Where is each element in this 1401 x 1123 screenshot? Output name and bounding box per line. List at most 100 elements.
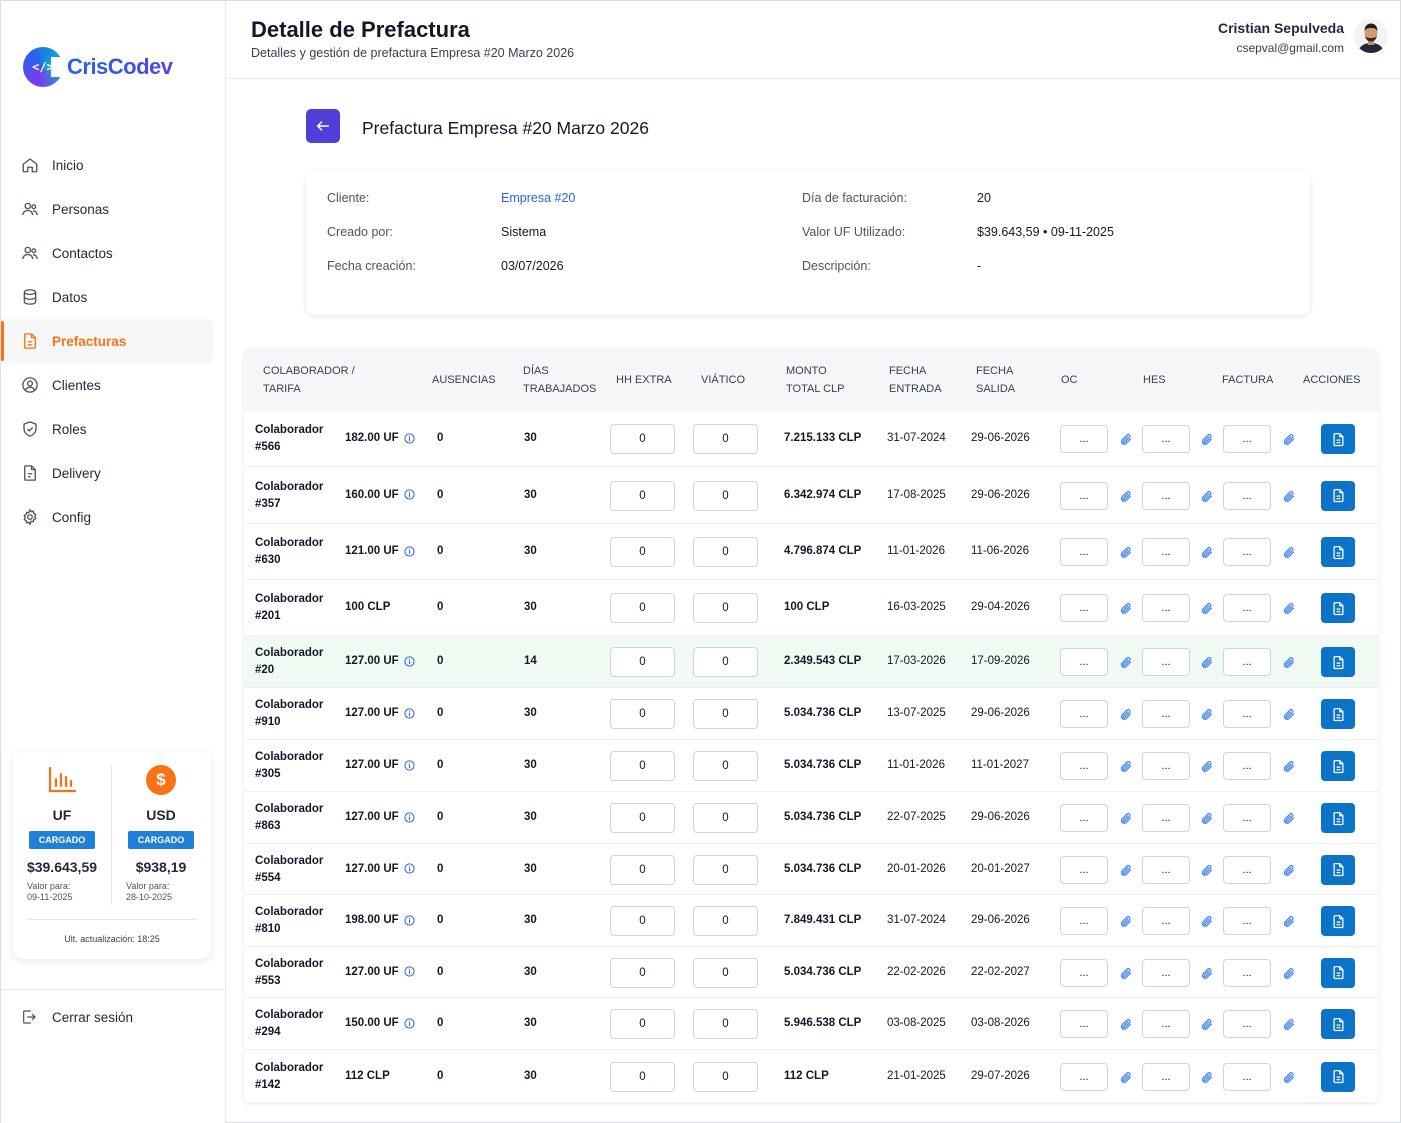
factura-input[interactable]: ... (1223, 855, 1271, 884)
hes-input[interactable]: ... (1142, 804, 1190, 832)
hes-input[interactable]: ... (1142, 700, 1190, 728)
sidebar-item-personas[interactable]: Personas (1, 187, 213, 231)
attach-icon[interactable] (1200, 490, 1214, 504)
view-document-button[interactable] (1321, 906, 1355, 936)
hh-extra-input[interactable]: 0 (610, 424, 675, 454)
cliente-link[interactable]: Empresa #20 (501, 191, 575, 205)
hes-input[interactable]: ... (1142, 1010, 1190, 1038)
info-icon[interactable] (404, 489, 415, 500)
sidebar-item-roles[interactable]: Roles (1, 407, 213, 451)
attach-icon[interactable] (1282, 656, 1296, 670)
hes-input[interactable]: ... (1142, 958, 1190, 987)
info-icon[interactable] (404, 759, 415, 771)
hes-input[interactable]: ... (1142, 594, 1190, 622)
attach-icon[interactable] (1200, 656, 1214, 670)
attach-icon[interactable] (1282, 602, 1296, 616)
viatico-input[interactable]: 0 (693, 424, 758, 454)
factura-input[interactable]: ... (1223, 425, 1271, 453)
attach-icon[interactable] (1119, 490, 1133, 504)
attach-icon[interactable] (1200, 433, 1214, 447)
sidebar-item-contactos[interactable]: Contactos (1, 231, 213, 275)
attach-icon[interactable] (1282, 812, 1296, 826)
info-icon[interactable] (404, 966, 415, 977)
factura-input[interactable]: ... (1223, 907, 1271, 935)
info-icon[interactable] (404, 863, 415, 874)
viatico-input[interactable]: 0 (693, 803, 758, 833)
view-document-button[interactable] (1321, 854, 1355, 885)
viatico-input[interactable]: 0 (693, 593, 758, 623)
oc-input[interactable]: ... (1060, 752, 1108, 780)
attach-icon[interactable] (1282, 490, 1296, 504)
view-document-button[interactable] (1321, 803, 1355, 833)
oc-input[interactable]: ... (1060, 1062, 1108, 1091)
oc-input[interactable]: ... (1060, 425, 1108, 453)
attach-icon[interactable] (1200, 812, 1214, 826)
oc-input[interactable]: ... (1060, 594, 1108, 622)
sidebar-item-prefacturas[interactable]: Prefacturas (1, 319, 213, 363)
viatico-input[interactable]: 0 (693, 1009, 758, 1039)
hes-input[interactable]: ... (1142, 752, 1190, 780)
oc-input[interactable]: ... (1060, 907, 1108, 935)
hh-extra-input[interactable]: 0 (610, 854, 675, 885)
attach-icon[interactable] (1282, 1018, 1296, 1032)
attach-icon[interactable] (1200, 708, 1214, 722)
attach-icon[interactable] (1200, 864, 1214, 878)
oc-input[interactable]: ... (1060, 481, 1108, 510)
viatico-input[interactable]: 0 (693, 854, 758, 885)
logout-button[interactable]: Cerrar sesión (21, 1009, 133, 1025)
hes-input[interactable]: ... (1142, 538, 1190, 566)
info-icon[interactable] (404, 811, 415, 823)
attach-icon[interactable] (1282, 546, 1296, 560)
attach-icon[interactable] (1119, 915, 1133, 929)
viatico-input[interactable]: 0 (693, 1061, 758, 1092)
sidebar-item-datos[interactable]: Datos (1, 275, 213, 319)
view-document-button[interactable] (1321, 957, 1355, 988)
hh-extra-input[interactable]: 0 (610, 1061, 675, 1092)
view-document-button[interactable] (1321, 647, 1355, 677)
info-icon[interactable] (404, 655, 415, 667)
viatico-input[interactable]: 0 (693, 537, 758, 567)
oc-input[interactable]: ... (1060, 538, 1108, 566)
info-icon[interactable] (404, 914, 415, 926)
oc-input[interactable]: ... (1060, 804, 1108, 832)
view-document-button[interactable] (1321, 751, 1355, 781)
factura-input[interactable]: ... (1223, 958, 1271, 987)
factura-input[interactable]: ... (1223, 481, 1271, 510)
attach-icon[interactable] (1119, 708, 1133, 722)
view-document-button[interactable] (1321, 424, 1355, 454)
viatico-input[interactable]: 0 (693, 647, 758, 677)
oc-input[interactable]: ... (1060, 700, 1108, 728)
attach-icon[interactable] (1282, 708, 1296, 722)
attach-icon[interactable] (1119, 1018, 1133, 1032)
viatico-input[interactable]: 0 (693, 699, 758, 729)
view-document-button[interactable] (1321, 537, 1355, 567)
hh-extra-input[interactable]: 0 (610, 647, 675, 677)
viatico-input[interactable]: 0 (693, 480, 758, 511)
oc-input[interactable]: ... (1060, 958, 1108, 987)
attach-icon[interactable] (1200, 967, 1214, 981)
info-icon[interactable] (404, 707, 415, 719)
factura-input[interactable]: ... (1223, 700, 1271, 728)
brand-logo[interactable]: </> CrisCodev (23, 47, 173, 87)
view-document-button[interactable] (1321, 699, 1355, 729)
attach-icon[interactable] (1282, 915, 1296, 929)
factura-input[interactable]: ... (1223, 1062, 1271, 1091)
sidebar-item-delivery[interactable]: Delivery (1, 451, 213, 495)
oc-input[interactable]: ... (1060, 648, 1108, 676)
sidebar-item-config[interactable]: Config (1, 495, 213, 539)
attach-icon[interactable] (1200, 546, 1214, 560)
oc-input[interactable]: ... (1060, 1010, 1108, 1038)
oc-input[interactable]: ... (1060, 855, 1108, 884)
factura-input[interactable]: ... (1223, 594, 1271, 622)
attach-icon[interactable] (1119, 812, 1133, 826)
attach-icon[interactable] (1200, 1018, 1214, 1032)
info-icon[interactable] (404, 1017, 415, 1029)
attach-icon[interactable] (1200, 1071, 1214, 1085)
hh-extra-input[interactable]: 0 (610, 480, 675, 511)
hh-extra-input[interactable]: 0 (610, 537, 675, 567)
factura-input[interactable]: ... (1223, 752, 1271, 780)
hh-extra-input[interactable]: 0 (610, 699, 675, 729)
hes-input[interactable]: ... (1142, 907, 1190, 935)
sidebar-item-clientes[interactable]: Clientes (1, 363, 213, 407)
attach-icon[interactable] (1200, 602, 1214, 616)
